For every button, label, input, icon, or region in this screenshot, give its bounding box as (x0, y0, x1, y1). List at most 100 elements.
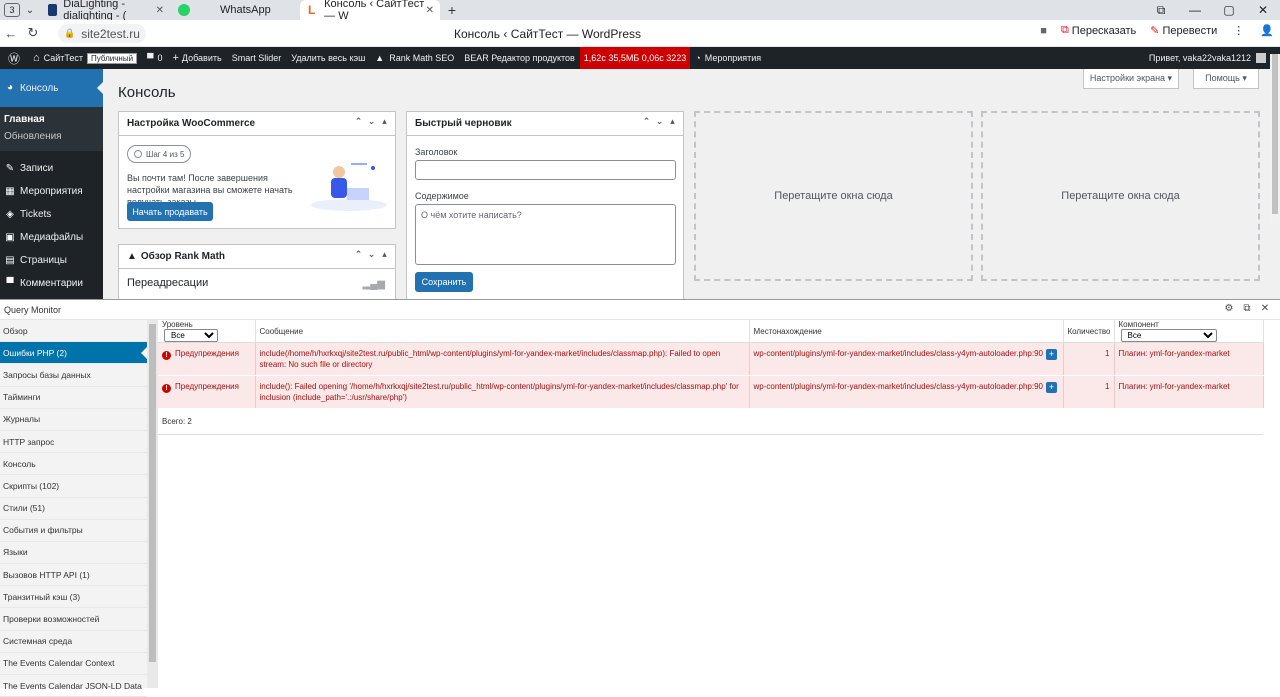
menu-dashboard[interactable]: ◕ Консоль (0, 69, 103, 107)
start-selling-button[interactable]: Начать продавать (127, 202, 213, 221)
draft-title-label: Заголовок (415, 147, 458, 157)
menu-pages[interactable]: ▤ Страницы (0, 249, 103, 272)
account-icon[interactable]: 👤 (1260, 24, 1274, 37)
toggle-icon[interactable]: ▴ (378, 249, 391, 260)
tab-list-chevron-icon[interactable]: ⌄ (20, 5, 40, 16)
site-name-link[interactable]: ⌂ СайтТест Публичный (28, 47, 142, 69)
browser-tab-dialighting[interactable]: DiaLighting - dialighting - ( ✕ (40, 0, 170, 22)
collections-icon[interactable]: ⧉ (1144, 0, 1178, 20)
submenu-home[interactable]: Главная (0, 111, 103, 128)
browser-tabstrip: 3 ⌄ DiaLighting - dialighting - ( ✕ What… (0, 0, 1280, 22)
row-location[interactable]: wp-content/plugins/yml-for-yandex-market… (749, 342, 1064, 376)
bookmark-icon[interactable]: ■ (1040, 25, 1047, 37)
move-down-icon[interactable]: ⌄ (653, 116, 666, 127)
wordpress-logo-icon[interactable]: Ⓦ (0, 47, 28, 69)
tab-title: Консоль ‹ СайтТест — W (324, 0, 425, 22)
qm-nav-item[interactable]: Запросы базы данных (0, 364, 147, 387)
browser-tab-whatsapp[interactable]: WhatsApp (170, 0, 300, 20)
dropzone-2[interactable]: Перетащите окна сюда (981, 111, 1260, 281)
row-location[interactable]: wp-content/plugins/yml-for-yandex-market… (749, 375, 1064, 409)
home-icon: ⌂ (33, 52, 40, 64)
component-filter-select[interactable]: Все (1120, 329, 1217, 342)
new-tab-button[interactable]: + (442, 2, 462, 18)
translate-button[interactable]: ✎ Перевести (1150, 24, 1217, 38)
qm-nav-item[interactable]: Обзор (0, 320, 147, 343)
move-up-icon[interactable]: ⌃ (352, 116, 365, 127)
draft-title-input[interactable] (415, 160, 676, 180)
save-draft-button[interactable]: Сохранить (415, 272, 473, 292)
plus-icon: + (172, 52, 179, 64)
menu-icon[interactable]: ⋮ (1233, 24, 1244, 37)
close-icon[interactable]: ✕ (1256, 303, 1274, 314)
qm-nav-item[interactable]: События и фильтры (0, 520, 147, 542)
minimize-icon[interactable]: — (1178, 0, 1212, 20)
qm-nav-item[interactable]: Консоль (0, 453, 147, 476)
scrollbar-thumb[interactable] (1272, 54, 1278, 214)
column-location: Местонахождение (749, 320, 1064, 343)
qm-nav: Обзор Ошибки PHP (2) Запросы базы данных Та… (0, 320, 147, 697)
reshare-button[interactable]: ⧉ Пересказать (1061, 24, 1136, 37)
menu-events[interactable]: ▦ Мероприятия (0, 180, 103, 203)
events-link[interactable]: ◔ Мероприятия (690, 47, 766, 69)
qm-nav-item[interactable]: Языки (0, 542, 147, 565)
qm-nav-item[interactable]: Вызовов HTTP API (1) (0, 564, 147, 587)
menu-posts[interactable]: ✎ Записи (0, 157, 103, 180)
warning-icon: ! (162, 384, 171, 393)
scrollbar-thumb[interactable] (149, 324, 156, 662)
wp-admin-menu: ◕ Консоль Главная Обновления ✎ Записи ▦ Ме… (0, 69, 103, 299)
smart-slider-link[interactable]: Smart Slider (227, 47, 287, 69)
qm-nav-item[interactable]: The Events Calendar JSON-LD Data (0, 675, 147, 697)
close-window-icon[interactable]: ✕ (1246, 0, 1280, 20)
woocommerce-setup-box: Настройка WooCommerce ⌃ ⌄ ▴ Шаг 4 из 5 Вы … (118, 111, 396, 229)
my-account[interactable]: Привет, vaka22vaka1212 (1149, 47, 1266, 69)
qm-nav-item[interactable]: HTTP запрос (0, 431, 147, 454)
redirections-heading: Переадресации (127, 277, 209, 289)
close-icon[interactable]: ✕ (426, 5, 434, 16)
qm-nav-item[interactable]: Ошибки PHP (2) (0, 342, 147, 365)
screen-options-button[interactable]: Настройки экрана ▾ (1083, 69, 1179, 89)
qm-nav-item[interactable]: Проверки возможностей (0, 608, 147, 631)
qm-nav-item[interactable]: Скрипты (102) (0, 475, 147, 498)
move-down-icon[interactable]: ⌄ (365, 116, 378, 127)
qm-nav-item[interactable]: Журналы (0, 409, 147, 431)
rank-math-link[interactable]: ▲ Rank Math SEO (370, 47, 459, 69)
help-button[interactable]: Помощь ▾ (1193, 69, 1259, 89)
close-icon[interactable]: ✕ (156, 5, 164, 16)
menu-tickets[interactable]: ◈ Tickets (0, 203, 103, 226)
expand-stack-button[interactable]: + (1045, 382, 1057, 393)
submenu-updates[interactable]: Обновления (0, 128, 103, 145)
clear-cache-link[interactable]: Удалить весь кэш (286, 47, 370, 69)
add-new-link[interactable]: + Добавить (167, 47, 226, 69)
move-up-icon[interactable]: ⌃ (352, 249, 365, 260)
pop-out-icon[interactable]: ⧉ (1238, 303, 1256, 314)
browser-tab-console[interactable]: L Консоль ‹ СайтТест — W ✕ (300, 0, 440, 22)
tab-count-button[interactable]: 3 (4, 3, 20, 17)
page-scrollbar[interactable] (1270, 54, 1280, 224)
query-monitor-perf[interactable]: 1,62с 35,5МБ 0,06с 3223 (579, 47, 691, 69)
qm-nav-item[interactable]: The Events Calendar Context (0, 653, 147, 675)
toggle-icon[interactable]: ▴ (666, 116, 679, 127)
toggle-icon[interactable]: ▴ (378, 116, 391, 127)
level-filter-select[interactable]: Все (164, 329, 218, 342)
qm-nav-item[interactable]: Транзитный кэш (3) (0, 586, 147, 609)
qm-nav-item[interactable]: Стили (51) (0, 498, 147, 520)
comments-link[interactable]: ▀ 0 (142, 47, 167, 69)
expand-stack-button[interactable]: + (1045, 349, 1057, 360)
tab-title: WhatsApp (220, 4, 271, 16)
php-errors-table: Уровень Все Сообщение Местонахождение Ко… (158, 320, 1264, 435)
move-up-icon[interactable]: ⌃ (640, 116, 653, 127)
menu-comments[interactable]: ▀ Комментарии (0, 272, 103, 295)
menu-media[interactable]: ▣ Медиафайлы (0, 226, 103, 249)
draft-content-textarea[interactable]: О чём хотите написать? (415, 204, 676, 265)
window-controls: ⧉ — ▢ ✕ (1144, 0, 1280, 20)
qm-nav-scrollbar[interactable] (147, 320, 158, 688)
reshare-icon: ⧉ (1060, 24, 1069, 36)
restore-icon[interactable]: ▢ (1212, 0, 1246, 20)
qm-nav-item[interactable]: Тайминги (0, 387, 147, 409)
column-count: Количество (1063, 320, 1115, 343)
bear-editor-link[interactable]: BEAR Редактор продуктов (459, 47, 580, 69)
qm-nav-item[interactable]: Системная среда (0, 631, 147, 653)
dropzone-1[interactable]: Перетащите окна сюда (694, 111, 973, 281)
settings-gear-icon[interactable]: ⚙ (1220, 303, 1238, 314)
move-down-icon[interactable]: ⌄ (365, 249, 378, 260)
